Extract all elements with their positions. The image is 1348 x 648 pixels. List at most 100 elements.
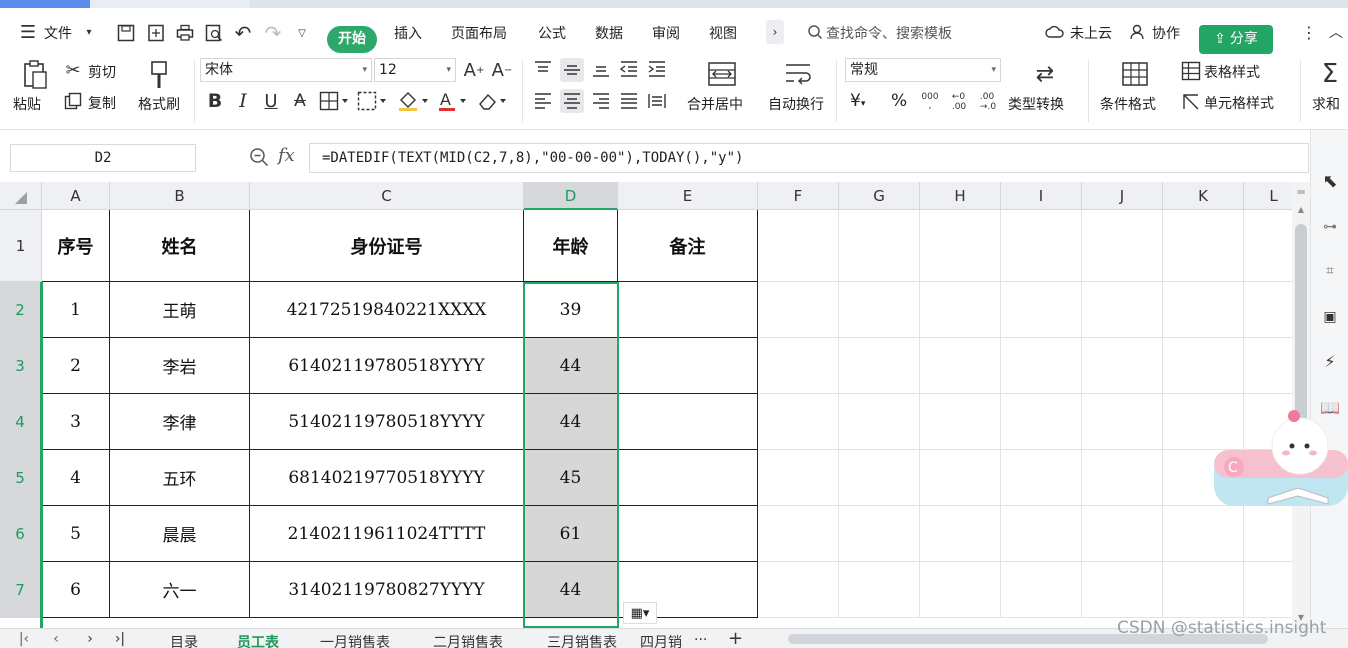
border-icon[interactable] bbox=[318, 89, 350, 113]
undo-icon[interactable]: ↶ bbox=[232, 21, 254, 45]
conditional-format-icon[interactable] bbox=[1120, 60, 1150, 88]
tab-review[interactable]: 审阅 bbox=[652, 23, 680, 43]
column-header-i[interactable]: I bbox=[1001, 182, 1082, 210]
print-icon[interactable] bbox=[174, 22, 196, 44]
header-cell-c[interactable]: 身份证号 bbox=[250, 210, 524, 282]
search-input[interactable]: 查找命令、搜索模板 bbox=[826, 23, 952, 43]
collaborate-button[interactable]: 协作 bbox=[1152, 23, 1180, 43]
cell-a5[interactable]: 4 bbox=[42, 450, 110, 506]
row-header-1[interactable]: 1 bbox=[0, 210, 42, 282]
cell-b7[interactable]: 六一 bbox=[110, 562, 250, 618]
sum-button[interactable]: 求和 bbox=[1312, 94, 1340, 114]
zoom-formula-icon[interactable] bbox=[248, 146, 270, 168]
cell-i2[interactable] bbox=[1001, 282, 1082, 338]
header-cell-b[interactable]: 姓名 bbox=[110, 210, 250, 282]
last-sheet-icon[interactable]: ›| bbox=[112, 631, 128, 647]
tab-data[interactable]: 数据 bbox=[595, 23, 623, 43]
cell-style-button[interactable]: 单元格样式 bbox=[1204, 93, 1274, 113]
filter-sliders-icon[interactable]: ⊶ bbox=[1319, 216, 1341, 238]
cell-l2[interactable] bbox=[1244, 282, 1292, 338]
cell-b5[interactable]: 五环 bbox=[110, 450, 250, 506]
increase-font-icon[interactable]: A + bbox=[463, 58, 485, 82]
cell-h3[interactable] bbox=[920, 338, 1001, 394]
copy-button[interactable]: 复制 bbox=[88, 93, 116, 113]
cell-a7[interactable]: 6 bbox=[42, 562, 110, 618]
file-menu[interactable]: 文件 bbox=[44, 23, 72, 43]
cell-k3[interactable] bbox=[1163, 338, 1244, 394]
cell-l1[interactable] bbox=[1244, 210, 1292, 282]
cell-f6[interactable] bbox=[758, 506, 839, 562]
underline-icon[interactable]: U bbox=[261, 89, 281, 113]
cell-b2[interactable]: 王萌 bbox=[110, 282, 250, 338]
cell-k6[interactable] bbox=[1163, 506, 1244, 562]
cell-a6[interactable]: 5 bbox=[42, 506, 110, 562]
cut-button[interactable]: 剪切 bbox=[88, 62, 116, 82]
number-format-select[interactable]: 常规 ▾ bbox=[845, 58, 1001, 82]
image-tool-icon[interactable]: ▣ bbox=[1319, 306, 1341, 328]
distributed-align-icon[interactable] bbox=[646, 90, 668, 112]
cell-style-icon[interactable] bbox=[1180, 91, 1202, 113]
column-header-d[interactable]: D bbox=[524, 182, 618, 210]
cell-i5[interactable] bbox=[1001, 450, 1082, 506]
align-left-icon[interactable] bbox=[532, 90, 554, 112]
copy-icon[interactable] bbox=[63, 91, 83, 111]
chevron-down-icon[interactable]: ▾ bbox=[82, 24, 96, 40]
collapse-ribbon-icon[interactable]: ︿ bbox=[1326, 22, 1346, 42]
column-header-h[interactable]: H bbox=[920, 182, 1001, 210]
sheet-tab-catalog[interactable]: 目录 bbox=[170, 632, 198, 648]
column-header-a[interactable]: A bbox=[42, 182, 110, 210]
format-painter-button[interactable]: 格式刷 bbox=[138, 94, 180, 114]
cell-c2[interactable]: 42172519840221XXXX bbox=[250, 282, 524, 338]
decrease-font-icon[interactable]: A − bbox=[491, 58, 513, 82]
cell-f7[interactable] bbox=[758, 562, 839, 618]
more-options-icon[interactable]: ⋮ bbox=[1300, 22, 1318, 42]
cell-e4[interactable] bbox=[618, 394, 758, 450]
chevron-right-icon[interactable]: › bbox=[766, 20, 784, 44]
sheet-tab-jan-sales[interactable]: 一月销售表 bbox=[320, 632, 390, 648]
align-top-icon[interactable] bbox=[532, 58, 554, 80]
spreadsheet-grid[interactable]: ABCDEFGHIJKL 1234567 序号 1 2 3 4 5 6 姓名 王萌 李岩 李律 五环晨… bbox=[0, 182, 1292, 628]
column-header-f[interactable]: F bbox=[758, 182, 839, 210]
row-header-4[interactable]: 4 bbox=[0, 394, 42, 450]
cell-g1[interactable] bbox=[839, 210, 920, 282]
cell-h7[interactable] bbox=[920, 562, 1001, 618]
clear-format-icon[interactable] bbox=[476, 89, 510, 113]
quick-analysis-icon[interactable]: ▦▾ bbox=[623, 602, 657, 624]
wrap-text-icon[interactable] bbox=[783, 60, 813, 88]
cell-a2[interactable]: 1 bbox=[42, 282, 110, 338]
cell-c7[interactable]: 31402119780827YYYY bbox=[250, 562, 524, 618]
cell-h1[interactable] bbox=[920, 210, 1001, 282]
table-style-button[interactable]: 表格样式 bbox=[1204, 62, 1260, 82]
formula-input[interactable]: =DATEDIF(TEXT(MID(C2,7,8),"00-00-00"),TO… bbox=[309, 143, 1309, 173]
hamburger-menu-icon[interactable]: ☰ bbox=[18, 22, 38, 43]
align-middle-icon[interactable] bbox=[560, 58, 584, 82]
cell-e2[interactable] bbox=[618, 282, 758, 338]
cell-l7[interactable] bbox=[1244, 562, 1292, 618]
row-header-5[interactable]: 5 bbox=[0, 450, 42, 506]
cell-a3[interactable]: 2 bbox=[42, 338, 110, 394]
sheet-tab-mar-sales[interactable]: 三月销售表 bbox=[547, 632, 617, 648]
column-header-e[interactable]: E bbox=[618, 182, 758, 210]
bold-icon[interactable]: B bbox=[205, 89, 225, 113]
cell-d6[interactable]: 61 bbox=[524, 506, 618, 562]
column-header-j[interactable]: J bbox=[1082, 182, 1163, 210]
cell-j4[interactable] bbox=[1082, 394, 1163, 450]
cell-c6[interactable]: 21402119611024TTTT bbox=[250, 506, 524, 562]
cell-f3[interactable] bbox=[758, 338, 839, 394]
wrap-text-button[interactable]: 自动换行 bbox=[768, 94, 824, 114]
type-convert-button[interactable]: 类型转换 bbox=[1008, 94, 1064, 114]
column-header-c[interactable]: C bbox=[250, 182, 524, 210]
lightning-icon[interactable]: ⚡ bbox=[1319, 350, 1341, 372]
name-box[interactable]: D2 bbox=[10, 144, 196, 172]
cell-k2[interactable] bbox=[1163, 282, 1244, 338]
sheet-tab-employees[interactable]: 员工表 bbox=[237, 632, 279, 648]
tab-page-layout[interactable]: 页面布局 bbox=[451, 23, 507, 43]
cell-b6[interactable]: 晨晨 bbox=[110, 506, 250, 562]
cell-c5[interactable]: 68140219770518YYYY bbox=[250, 450, 524, 506]
insert-function-button[interactable]: fx bbox=[278, 145, 295, 166]
vertical-scrollbar[interactable]: ═ ▲ ▼ bbox=[1292, 182, 1310, 628]
quick-access-more-icon[interactable]: ▽ bbox=[293, 22, 311, 44]
row-header-7[interactable]: 7 bbox=[0, 562, 42, 618]
paste-button[interactable]: 粘贴 bbox=[13, 94, 41, 114]
cursor-select-icon[interactable]: ⬉ bbox=[1319, 170, 1341, 192]
